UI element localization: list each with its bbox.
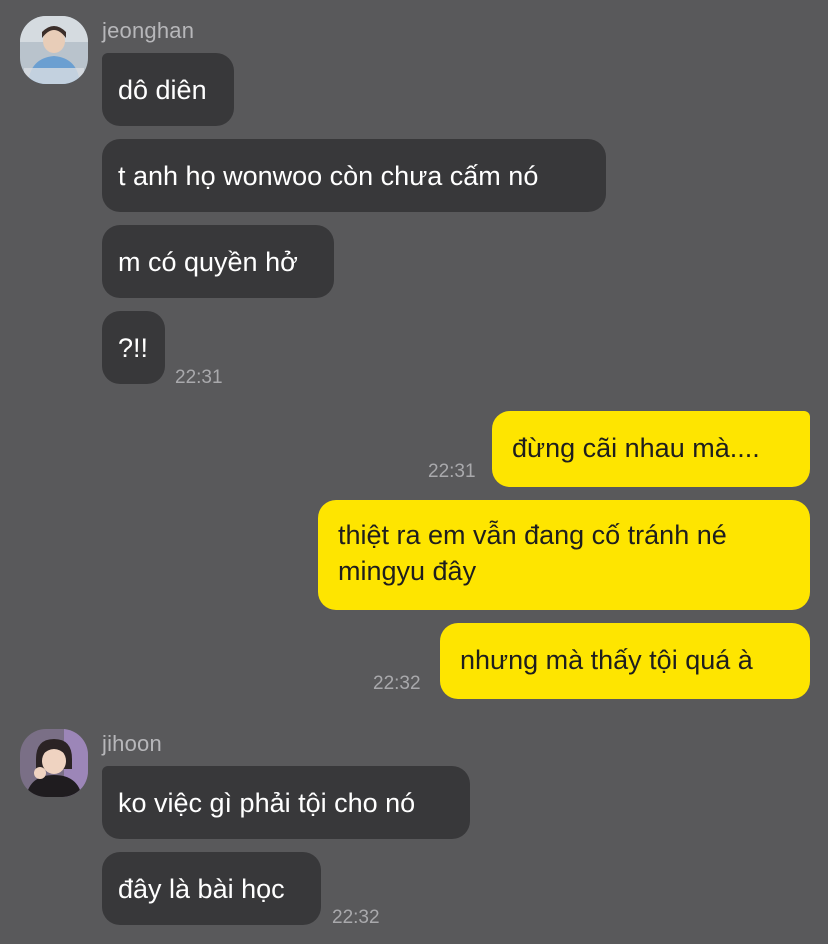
message-bubble[interactable]: ko việc gì phải tội cho nó bbox=[102, 766, 470, 839]
message-bubble[interactable]: m có quyền hở bbox=[102, 225, 334, 298]
avatar-jeonghan[interactable] bbox=[20, 16, 88, 84]
message-timestamp: 22:31 bbox=[428, 461, 476, 482]
avatar-jihoon[interactable] bbox=[20, 729, 88, 797]
sender-name: jeonghan bbox=[102, 18, 195, 43]
message-timestamp: 22:32 bbox=[332, 907, 380, 928]
message-timestamp: 22:31 bbox=[175, 367, 223, 388]
sender-name: jihoon bbox=[102, 731, 162, 756]
message-bubble[interactable]: thiệt ra em vẫn đang cố tránh né mingyu … bbox=[318, 500, 810, 610]
message-bubble[interactable]: dô diên bbox=[102, 53, 234, 126]
message-bubble[interactable]: đây là bài học bbox=[102, 852, 321, 925]
message-bubble[interactable]: nhưng mà thấy tội quá à bbox=[440, 623, 810, 699]
message-bubble[interactable]: ?!! bbox=[102, 311, 165, 384]
message-bubble[interactable]: đừng cãi nhau mà.... bbox=[492, 411, 810, 487]
message-bubble[interactable]: t anh họ wonwoo còn chưa cấm nó bbox=[102, 139, 606, 212]
message-timestamp: 22:32 bbox=[373, 673, 421, 694]
